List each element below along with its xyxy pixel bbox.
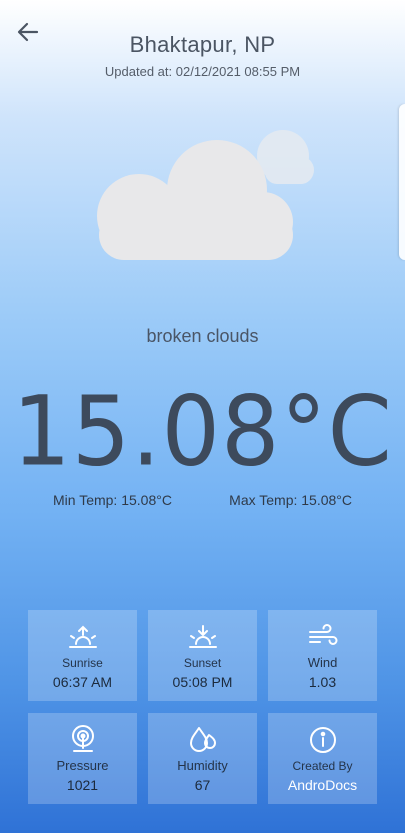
- updated-time: Updated at: 02/12/2021 08:55 PM: [104, 64, 301, 79]
- wind-icon: [308, 621, 338, 651]
- sunrise-label: Sunrise: [62, 655, 103, 670]
- humidity-icon: [188, 724, 218, 754]
- pressure-icon: [68, 724, 98, 754]
- created-by-label: Created By: [292, 758, 353, 773]
- pressure-label: Pressure: [56, 758, 109, 773]
- sunrise-icon: [68, 622, 98, 652]
- sunrise-value: 06:37 AM: [52, 673, 113, 690]
- sunrise-card[interactable]: Sunrise 06:37 AM: [28, 610, 137, 701]
- humidity-card[interactable]: Humidity 67: [148, 713, 257, 804]
- sunset-label: Sunset: [183, 655, 222, 670]
- pressure-value: 1021: [66, 777, 99, 793]
- humidity-label: Humidity: [177, 758, 228, 773]
- wind-label: Wind: [307, 655, 338, 670]
- scroll-edge[interactable]: [399, 104, 405, 260]
- sunset-card[interactable]: Sunset 05:08 PM: [148, 610, 257, 701]
- temperature: 15.08°C: [12, 375, 393, 488]
- wind-value: 1.03: [308, 674, 337, 690]
- details-grid: Sunrise 06:37 AM Sunset 05:08 PM Wind 1.…: [28, 610, 377, 804]
- pressure-card[interactable]: Pressure 1021: [28, 713, 137, 804]
- city-name: Bhaktapur, NP: [129, 32, 276, 57]
- sunset-icon: [188, 622, 218, 652]
- created-by-value: AndroDocs: [287, 776, 358, 793]
- created-by-card[interactable]: Created By AndroDocs: [268, 713, 377, 804]
- max-temp: Max Temp: 15.08°C: [229, 492, 352, 508]
- weather-condition: broken clouds: [146, 326, 259, 346]
- cloud-icon: [95, 128, 315, 263]
- sunset-value: 05:08 PM: [172, 673, 233, 690]
- wind-card[interactable]: Wind 1.03: [268, 610, 377, 701]
- header: Bhaktapur, NP Updated at: 02/12/2021 08:…: [0, 32, 405, 79]
- humidity-value: 67: [194, 777, 211, 793]
- info-icon: [308, 725, 338, 755]
- min-temp: Min Temp: 15.08°C: [53, 492, 172, 508]
